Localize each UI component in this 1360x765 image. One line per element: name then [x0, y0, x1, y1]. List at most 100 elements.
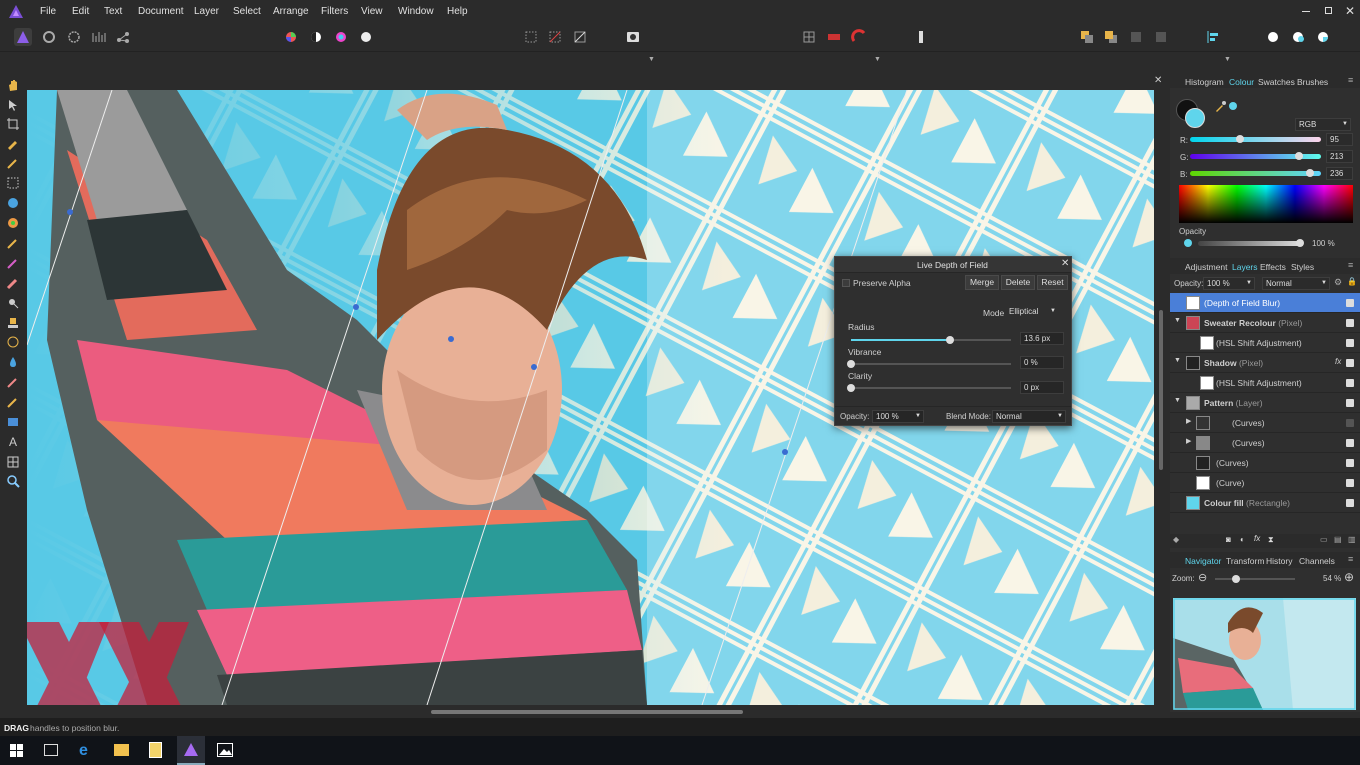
tab-channels[interactable]: Channels: [1299, 556, 1335, 566]
blur-brush-icon[interactable]: [6, 355, 20, 369]
chevron-down-icon[interactable]: ▼: [648, 56, 655, 63]
delete-button[interactable]: Delete: [1001, 275, 1035, 290]
layers-blend-mode-select[interactable]: Normal ▼: [1262, 277, 1330, 290]
auto-colours-icon[interactable]: [332, 28, 350, 46]
blend-mode-select[interactable]: Normal ▼: [992, 410, 1066, 423]
layer-visibility-checkbox[interactable]: [1346, 299, 1354, 307]
layer-visibility-checkbox[interactable]: [1346, 419, 1354, 427]
tab-histogram[interactable]: Histogram: [1185, 77, 1224, 87]
assistant-icon[interactable]: [912, 28, 930, 46]
new-layer-icon[interactable]: ▤: [1334, 535, 1342, 544]
layer-row[interactable]: ▶ (Curves): [1170, 433, 1360, 453]
tab-swatches[interactable]: Swatches: [1258, 77, 1295, 87]
layer-stack-icon[interactable]: ◆: [1173, 535, 1179, 544]
file-manager-icon[interactable]: [149, 742, 162, 758]
edge-browser-icon[interactable]: e: [79, 742, 88, 760]
preserve-alpha-checkbox[interactable]: [842, 279, 850, 287]
menu-window[interactable]: Window: [398, 6, 434, 17]
mask-icon[interactable]: ◙: [1226, 535, 1231, 544]
mode-select[interactable]: Elliptical ▼: [1006, 306, 1058, 319]
flood-fill-icon[interactable]: [6, 196, 20, 210]
healing-icon[interactable]: [6, 335, 20, 349]
export-persona-icon[interactable]: [114, 28, 132, 46]
merge-button[interactable]: Merge: [965, 275, 999, 290]
boolean-intersect-icon[interactable]: [1314, 28, 1332, 46]
minimize-icon[interactable]: [1302, 11, 1310, 12]
tab-adjustment[interactable]: Adjustment: [1185, 262, 1228, 272]
lock-icon[interactable]: 🔒: [1347, 277, 1357, 286]
tone-mapping-persona-icon[interactable]: [90, 28, 108, 46]
r-slider[interactable]: [1190, 135, 1321, 143]
horizontal-scroll-thumb[interactable]: [431, 710, 743, 714]
layer-visibility-checkbox[interactable]: [1346, 459, 1354, 467]
menu-help[interactable]: Help: [447, 6, 468, 17]
erase-brush-icon[interactable]: [6, 276, 20, 290]
opacity-field[interactable]: 100 % ▼: [872, 410, 924, 423]
radius-field[interactable]: 13.6 px: [1020, 332, 1064, 345]
align-icon[interactable]: [1204, 28, 1222, 46]
expand-triangle-icon[interactable]: ▼: [1174, 397, 1181, 404]
deselect-icon[interactable]: [546, 28, 564, 46]
move-icon[interactable]: [6, 98, 20, 112]
close-icon[interactable]: ✕: [1345, 4, 1355, 18]
menu-layer[interactable]: Layer: [194, 6, 219, 17]
r-slider-knob[interactable]: [1236, 135, 1244, 143]
tab-styles[interactable]: Styles: [1291, 262, 1314, 272]
layer-visibility-checkbox[interactable]: [1346, 439, 1354, 447]
photos-app-icon[interactable]: [217, 743, 233, 757]
snapping-icon[interactable]: [850, 28, 868, 46]
menu-view[interactable]: View: [361, 6, 383, 17]
layer-row[interactable]: (Depth of Field Blur): [1170, 293, 1360, 313]
colour-opacity-slider[interactable]: [1198, 239, 1304, 247]
b-slider[interactable]: [1190, 169, 1321, 177]
develop-persona-icon[interactable]: [65, 28, 83, 46]
layer-row[interactable]: ▼ Sweater Recolour (Pixel): [1170, 313, 1360, 333]
zoom-icon[interactable]: [6, 474, 20, 488]
menu-file[interactable]: File: [40, 6, 56, 17]
horizontal-scrollbar[interactable]: [27, 706, 1154, 718]
colour-mode-select[interactable]: RGB ▼: [1295, 118, 1351, 131]
expand-triangle-icon[interactable]: ▼: [1174, 357, 1181, 364]
layer-visibility-checkbox[interactable]: [1346, 379, 1354, 387]
task-view-icon[interactable]: [44, 744, 58, 756]
layer-visibility-checkbox[interactable]: [1346, 359, 1354, 367]
arrange-back-icon[interactable]: [1078, 28, 1096, 46]
panel-menu-icon[interactable]: ≡: [1348, 554, 1353, 564]
hourglass-icon[interactable]: ⧗: [1268, 535, 1274, 545]
layer-row[interactable]: ▼ Shadow (Pixel) fx: [1170, 353, 1360, 373]
dodge-icon[interactable]: [6, 296, 20, 310]
clarity-slider[interactable]: [847, 384, 1011, 392]
maximize-icon[interactable]: [1325, 7, 1332, 14]
snapping-options-icon[interactable]: ▼: [874, 56, 881, 63]
menu-arrange[interactable]: Arrange: [273, 6, 309, 17]
b-value-field[interactable]: 236: [1326, 167, 1353, 180]
grid-icon[interactable]: [800, 28, 818, 46]
menu-text[interactable]: Text: [104, 6, 122, 17]
zoom-in-icon[interactable]: ⊕: [1344, 570, 1354, 584]
clarity-field[interactable]: 0 px: [1020, 381, 1064, 394]
folder-icon[interactable]: ▭: [1320, 535, 1328, 544]
windows-start-icon[interactable]: [10, 744, 23, 757]
reset-button[interactable]: Reset: [1037, 275, 1068, 290]
vibrance-slider[interactable]: [847, 360, 1011, 368]
arrange-forward-icon[interactable]: [1127, 28, 1145, 46]
layer-row[interactable]: Colour fill (Rectangle): [1170, 493, 1360, 513]
layer-visibility-checkbox[interactable]: [1346, 319, 1354, 327]
radius-slider-knob[interactable]: [946, 336, 955, 344]
secondary-colour-swatch[interactable]: [1185, 108, 1205, 128]
paint-brush-icon[interactable]: [6, 236, 20, 250]
invert-selection-icon[interactable]: [571, 28, 589, 46]
pencil-icon[interactable]: [6, 395, 20, 409]
colour-spectrum[interactable]: [1179, 185, 1353, 223]
tab-history[interactable]: History: [1266, 556, 1292, 566]
layer-row[interactable]: ▶ (Curves): [1170, 413, 1360, 433]
crop-icon[interactable]: [6, 117, 20, 131]
marquee-icon[interactable]: [6, 176, 20, 190]
trash-icon[interactable]: ▥: [1348, 535, 1356, 544]
quick-mask-icon[interactable]: [624, 28, 642, 46]
boolean-add-icon[interactable]: [1264, 28, 1282, 46]
expand-triangle-icon[interactable]: ▼: [1174, 317, 1181, 324]
layer-row[interactable]: (Curves): [1170, 453, 1360, 473]
auto-white-balance-icon[interactable]: [357, 28, 375, 46]
text-icon[interactable]: A: [6, 435, 20, 449]
